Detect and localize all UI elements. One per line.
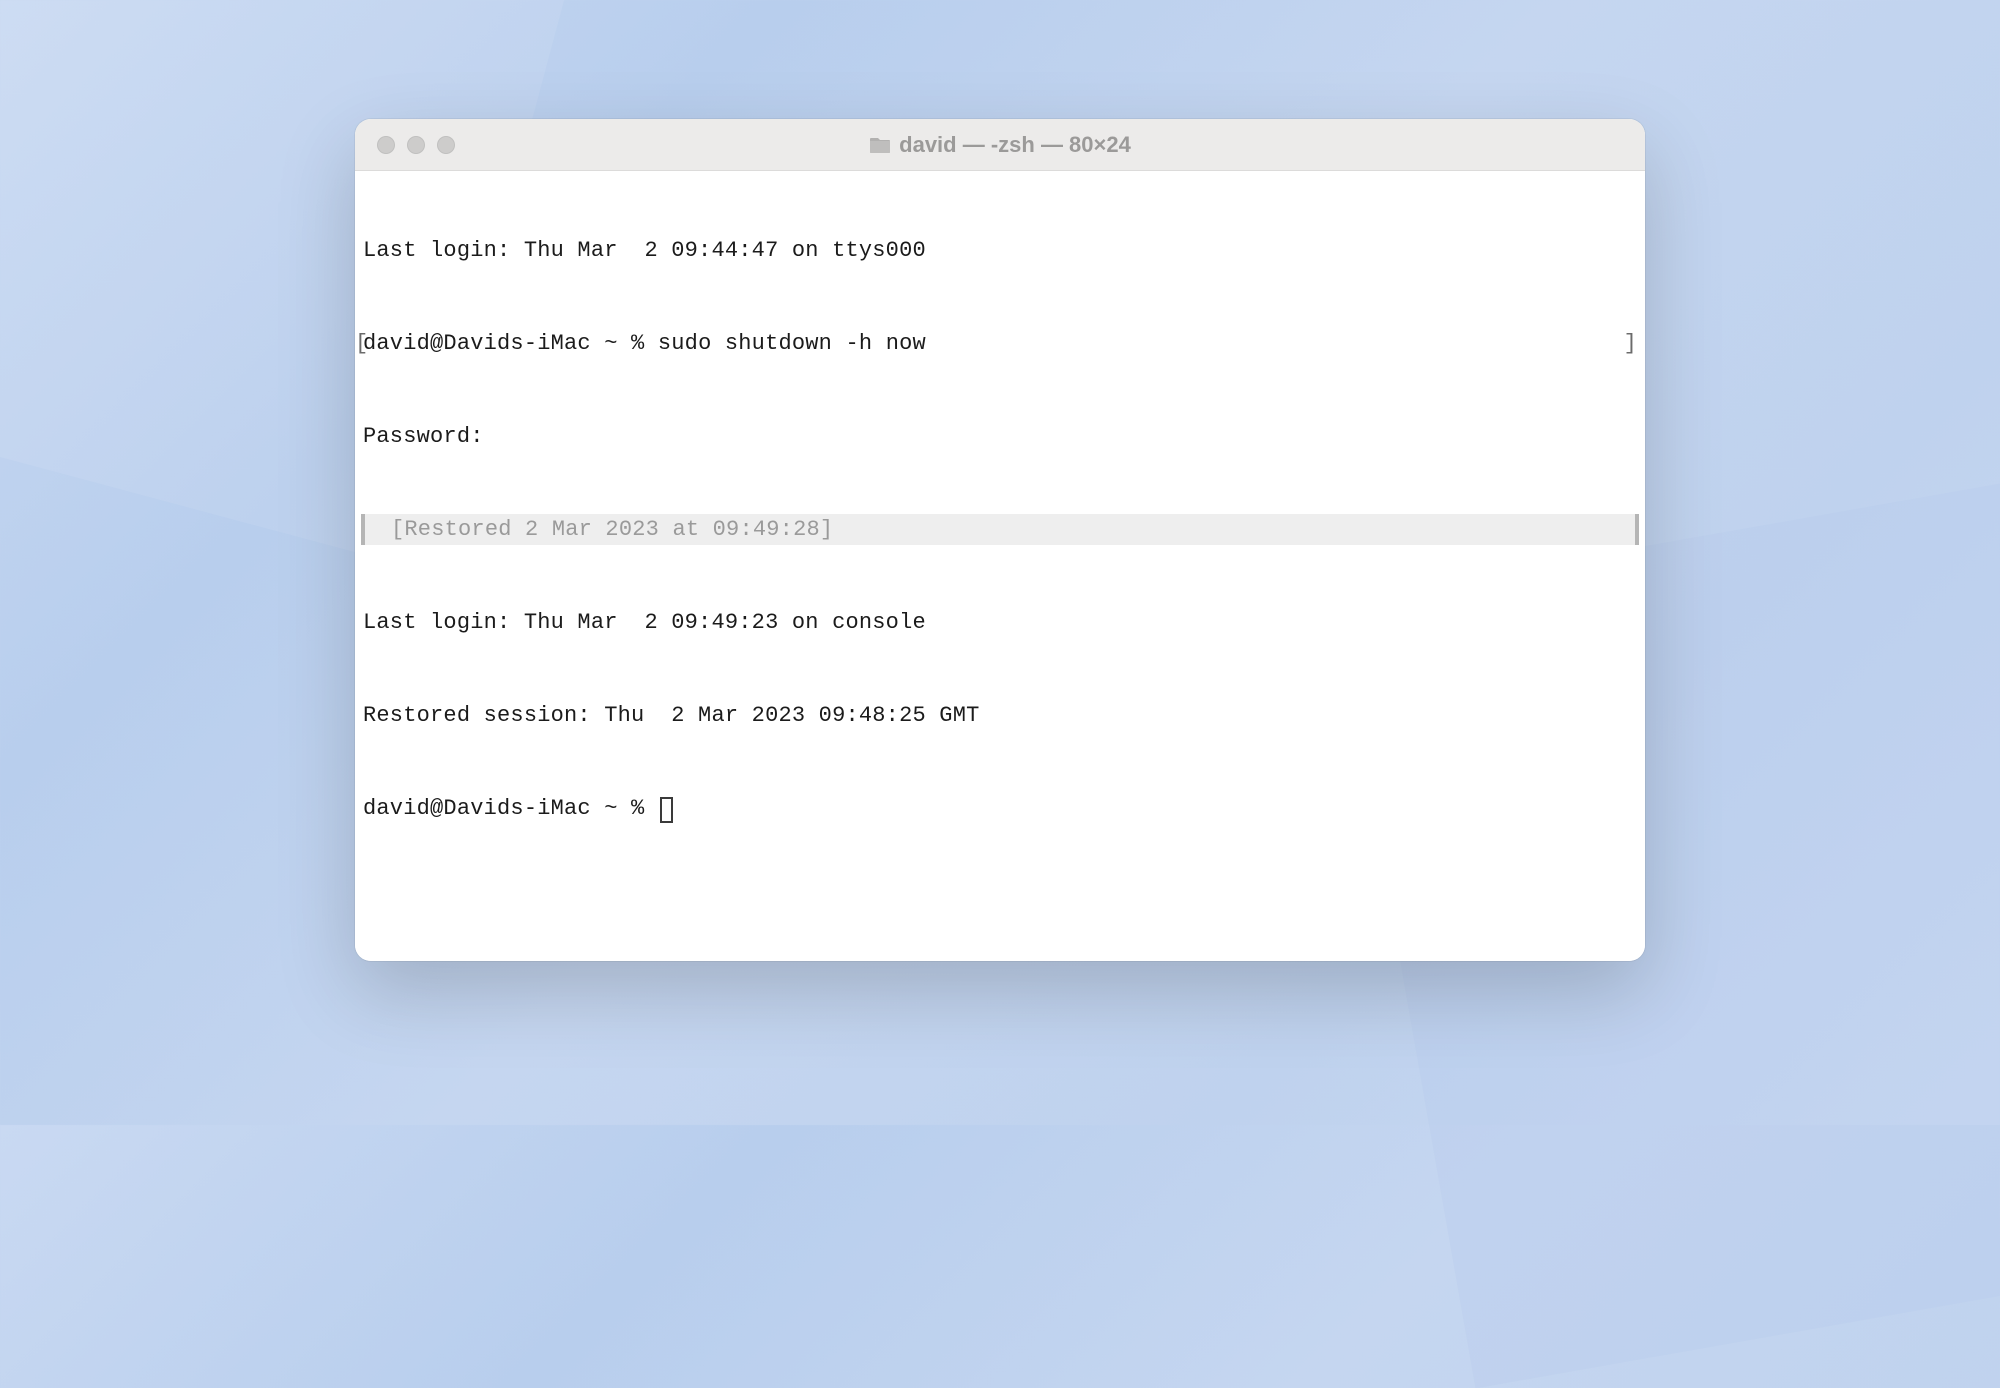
terminal-line: david@Davids-iMac ~ % sudo shutdown -h n… (361, 328, 1639, 359)
window-title: david — -zsh — 80×24 (355, 132, 1645, 158)
prompt-text: david@Davids-iMac ~ % (363, 796, 658, 821)
titlebar[interactable]: david — -zsh — 80×24 (355, 119, 1645, 171)
minimize-button[interactable] (407, 136, 425, 154)
terminal-line: david@Davids-iMac ~ % (361, 793, 1639, 824)
folder-icon (869, 136, 891, 154)
window-title-text: david — -zsh — 80×24 (899, 132, 1131, 158)
terminal-line: Password: (361, 421, 1639, 452)
restored-banner: [Restored 2 Mar 2023 at 09:49:28] (361, 514, 1639, 545)
traffic-lights (355, 136, 455, 154)
command-text: sudo shutdown -h now (658, 331, 926, 356)
maximize-button[interactable] (437, 136, 455, 154)
terminal-line: Restored session: Thu 2 Mar 2023 09:48:2… (361, 700, 1639, 731)
close-button[interactable] (377, 136, 395, 154)
terminal-content[interactable]: Last login: Thu Mar 2 09:44:47 on ttys00… (355, 171, 1645, 961)
terminal-line: Last login: Thu Mar 2 09:44:47 on ttys00… (361, 235, 1639, 266)
restored-text: [Restored 2 Mar 2023 at 09:49:28] (361, 514, 833, 545)
prompt-text: david@Davids-iMac ~ % (363, 331, 658, 356)
divider-icon (1635, 514, 1639, 545)
cursor-icon (660, 797, 673, 823)
terminal-line: Last login: Thu Mar 2 09:49:23 on consol… (361, 607, 1639, 638)
terminal-window: david — -zsh — 80×24 Last login: Thu Mar… (355, 119, 1645, 961)
divider-icon (361, 514, 365, 545)
